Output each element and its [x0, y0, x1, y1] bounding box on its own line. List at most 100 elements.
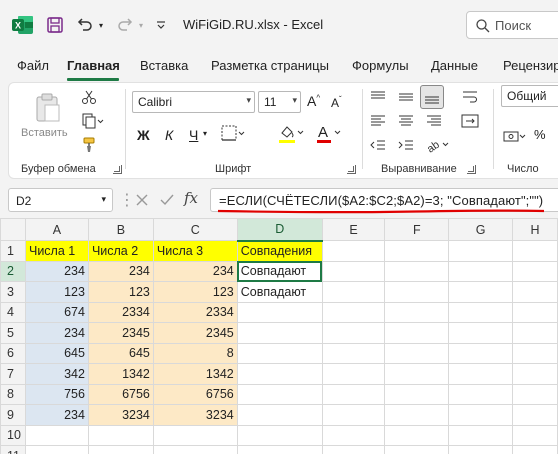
cell[interactable]	[321, 240, 386, 262]
cell[interactable]	[512, 301, 558, 323]
cell[interactable]	[512, 424, 558, 446]
cell[interactable]	[321, 322, 386, 344]
cell[interactable]	[512, 383, 558, 405]
column-header[interactable]: G	[448, 218, 514, 241]
cell-a5[interactable]: 234	[24, 322, 89, 344]
cell[interactable]	[384, 260, 450, 282]
cell-a3[interactable]: 123	[24, 281, 89, 303]
undo-icon[interactable]	[74, 14, 96, 36]
row-header[interactable]: 5	[0, 322, 26, 344]
cell-d9[interactable]	[236, 404, 323, 426]
cancel-icon[interactable]	[135, 193, 149, 207]
cell-b2[interactable]: 234	[87, 260, 154, 282]
row-header[interactable]: 6	[0, 342, 26, 364]
column-header[interactable]: A	[24, 218, 89, 241]
cell[interactable]	[87, 424, 154, 446]
clipboard-launcher-icon[interactable]	[113, 165, 122, 174]
column-header[interactable]: C	[152, 218, 238, 241]
tab-home[interactable]: Главная	[67, 58, 120, 73]
cell[interactable]	[448, 240, 514, 262]
row-header[interactable]: 10	[0, 424, 26, 446]
cell-c1[interactable]: Числа 3	[152, 240, 238, 262]
cell-a4[interactable]: 674	[24, 301, 89, 323]
cell[interactable]	[384, 363, 450, 385]
cell-c3[interactable]: 123	[152, 281, 238, 303]
font-color-icon[interactable]: A	[315, 123, 345, 148]
cell-a6[interactable]: 645	[24, 342, 89, 364]
cell-c8[interactable]: 6756	[152, 383, 238, 405]
insert-function-icon[interactable]: fx	[184, 189, 198, 207]
format-painter-icon[interactable]	[81, 137, 97, 156]
italic-button[interactable]: К	[165, 127, 173, 143]
cell[interactable]	[448, 260, 514, 282]
row-header[interactable]: 11	[0, 445, 26, 454]
cell-b4[interactable]: 2334	[87, 301, 154, 323]
cell[interactable]	[152, 445, 238, 454]
save-icon[interactable]	[44, 14, 66, 36]
column-header-selected[interactable]: D	[236, 218, 323, 242]
percent-icon[interactable]: %	[534, 127, 546, 142]
align-center-icon[interactable]	[397, 113, 415, 132]
tab-data[interactable]: Данные	[431, 58, 478, 73]
cell[interactable]	[448, 445, 514, 454]
cell-b1[interactable]: Числа 2	[87, 240, 154, 262]
cell[interactable]	[512, 260, 558, 282]
align-middle-icon[interactable]	[397, 89, 415, 108]
cell-c5[interactable]: 2345	[152, 322, 238, 344]
cell-c2[interactable]: 234	[152, 260, 238, 282]
cell-c9[interactable]: 3234	[152, 404, 238, 426]
cell[interactable]	[384, 424, 450, 446]
cell[interactable]	[24, 424, 89, 446]
cell-d6[interactable]	[236, 342, 323, 364]
underline-button[interactable]: Ч	[189, 127, 198, 143]
cell[interactable]	[448, 322, 514, 344]
undo-dropdown-icon[interactable]: ▾	[96, 14, 106, 36]
cell-a9[interactable]: 234	[24, 404, 89, 426]
cell[interactable]	[321, 363, 386, 385]
row-header[interactable]: 4	[0, 301, 26, 323]
tab-insert[interactable]: Вставка	[140, 58, 188, 73]
font-name-select[interactable]: Calibri ▾	[132, 91, 255, 113]
cell[interactable]	[448, 281, 514, 303]
cell[interactable]	[448, 363, 514, 385]
align-top-icon[interactable]	[369, 89, 387, 108]
cell[interactable]	[448, 424, 514, 446]
cell[interactable]	[512, 342, 558, 364]
cell-c6[interactable]: 8	[152, 342, 238, 364]
align-bottom-icon[interactable]	[420, 85, 444, 109]
column-header[interactable]: F	[384, 218, 450, 241]
cell-c4[interactable]: 2334	[152, 301, 238, 323]
cell[interactable]	[321, 342, 386, 364]
cell[interactable]	[384, 383, 450, 405]
bold-button[interactable]: Ж	[137, 127, 150, 143]
cell[interactable]	[384, 404, 450, 426]
cell[interactable]	[448, 383, 514, 405]
cell-d7[interactable]	[236, 363, 323, 385]
enter-check-icon[interactable]	[159, 193, 175, 207]
redo-dropdown-icon[interactable]: ▾	[136, 14, 146, 36]
cell[interactable]	[24, 445, 89, 454]
alignment-launcher-icon[interactable]	[467, 165, 476, 174]
cell-c7[interactable]: 1342	[152, 363, 238, 385]
select-all-corner[interactable]	[0, 218, 26, 241]
increase-indent-icon[interactable]	[397, 137, 415, 156]
cell[interactable]	[236, 424, 323, 446]
align-left-icon[interactable]	[369, 113, 387, 132]
row-header-selected[interactable]: 2	[0, 260, 26, 282]
orientation-icon[interactable]: ab	[425, 137, 451, 156]
cell-b3[interactable]: 123	[87, 281, 154, 303]
search-input[interactable]: Поиск	[466, 11, 558, 39]
cell-a7[interactable]: 342	[24, 363, 89, 385]
align-right-icon[interactable]	[425, 113, 443, 132]
name-box[interactable]: D2 ▾	[8, 188, 113, 212]
fill-color-icon[interactable]	[277, 123, 307, 148]
cell-d8[interactable]	[236, 383, 323, 405]
row-header[interactable]: 8	[0, 383, 26, 405]
cell[interactable]	[321, 301, 386, 323]
cell-b7[interactable]: 1342	[87, 363, 154, 385]
cell[interactable]	[236, 445, 323, 454]
cell[interactable]	[448, 342, 514, 364]
cell-d5[interactable]	[236, 322, 323, 344]
cell-d4[interactable]	[236, 301, 323, 323]
cell[interactable]	[152, 424, 238, 446]
